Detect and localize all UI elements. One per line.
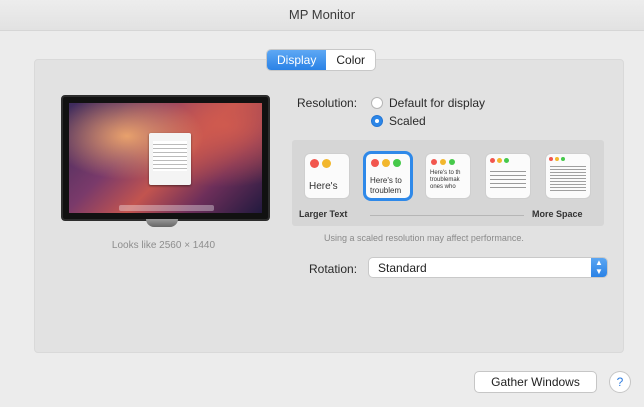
wallpaper-image	[69, 103, 262, 213]
window-controls-icon	[490, 158, 509, 163]
more-space-label: More Space	[532, 209, 583, 219]
monitor-stand	[146, 219, 178, 227]
scale-option-4[interactable]	[486, 154, 530, 198]
window-controls-icon	[310, 159, 331, 168]
chevron-updown-icon: ▲ ▼	[591, 258, 607, 277]
window-controls-icon	[371, 159, 401, 167]
tab-color[interactable]: Color	[326, 50, 375, 70]
scale-sample-text-2: troublemak	[430, 177, 460, 183]
monitor-preview	[61, 95, 270, 221]
rotation-select[interactable]: Standard ▲ ▼	[369, 258, 607, 277]
radio-default-label: Default for display	[389, 96, 486, 110]
window-title: MP Monitor	[0, 0, 644, 31]
scale-sample-text: Here's	[309, 181, 338, 192]
resolution-label: Resolution:	[297, 96, 358, 110]
scale-option-5[interactable]	[546, 154, 590, 198]
scale-sample-text: Here's to	[370, 176, 402, 185]
preview-dock	[119, 205, 214, 211]
rotation-label: Rotation:	[309, 262, 358, 276]
scale-option-2[interactable]: Here's to troublem	[366, 154, 410, 198]
help-button[interactable]: ?	[610, 372, 630, 392]
scale-sample-lines	[550, 164, 586, 192]
preview-window	[149, 133, 191, 185]
window-controls-icon	[431, 159, 455, 165]
scale-option-1[interactable]: Here's	[305, 154, 349, 198]
tab-display[interactable]: Display	[267, 50, 327, 70]
scale-sample-text-3: ones who	[430, 184, 456, 190]
scale-option-3[interactable]: Here's to th troublemak ones who	[426, 154, 470, 198]
scale-sample-text: Here's to th	[430, 170, 461, 176]
radio-default-for-display[interactable]	[371, 97, 383, 109]
radio-scaled-label: Scaled	[389, 114, 426, 128]
larger-text-label: Larger Text	[299, 209, 348, 219]
performance-hint: Using a scaled resolution may affect per…	[324, 233, 524, 243]
radio-scaled[interactable]	[371, 115, 383, 127]
scale-sample-lines	[490, 168, 526, 190]
scale-divider	[370, 215, 524, 216]
scale-sample-text-2: troublem	[370, 186, 402, 195]
rotation-value: Standard	[378, 261, 427, 275]
looks-like-text: Looks like 2560 × 1440	[111, 240, 216, 251]
window-controls-icon	[549, 157, 565, 161]
gather-windows-button[interactable]: Gather Windows	[475, 372, 596, 392]
tab-bar: Display Color	[267, 50, 376, 70]
